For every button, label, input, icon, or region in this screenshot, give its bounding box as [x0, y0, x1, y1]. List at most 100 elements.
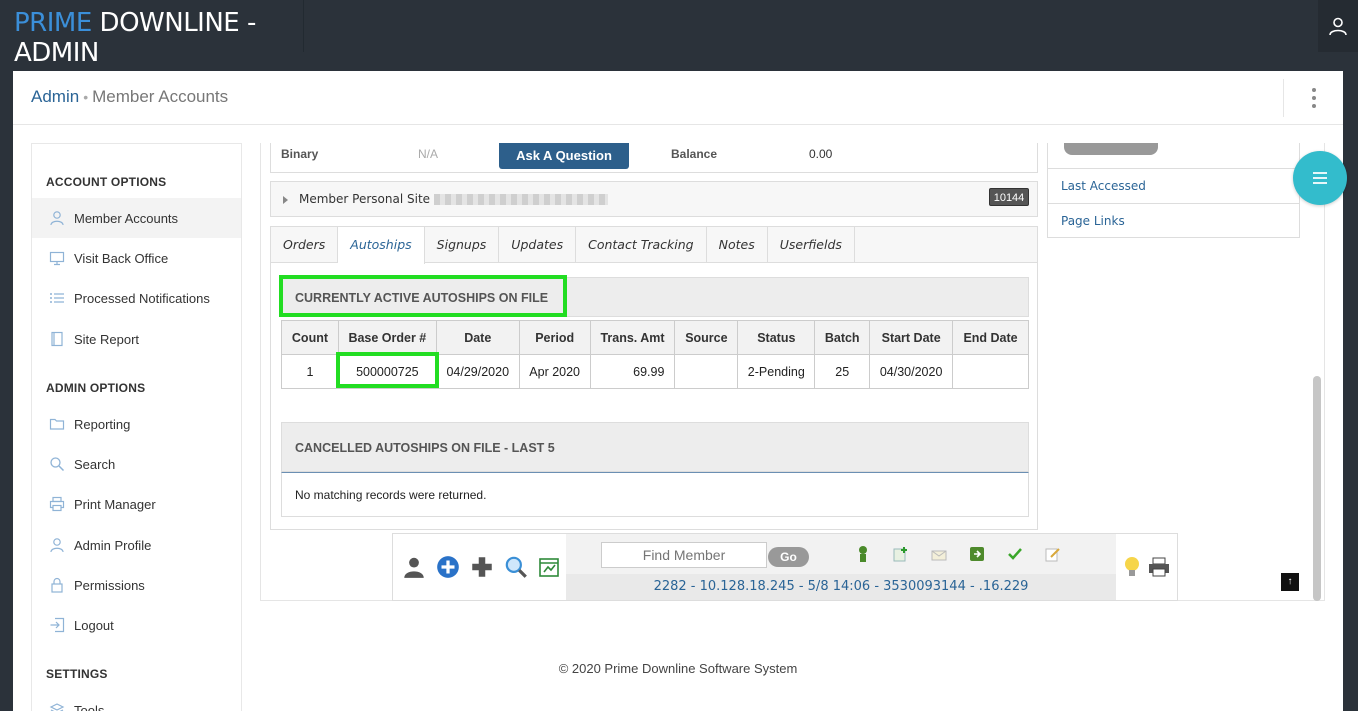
right-panel-last-accessed[interactable]: Last Accessed [1048, 168, 1299, 202]
redacted-url [434, 194, 608, 205]
cell-status: 2-Pending [737, 354, 816, 389]
calendar-chart-icon[interactable] [537, 555, 561, 579]
column-header: Count [281, 320, 339, 355]
column-header: Base Order # [337, 320, 437, 355]
tab-signups[interactable]: Signups [425, 227, 500, 263]
page-container: Admin • Member Accounts ACCOUNT OPTIONS Me… [13, 71, 1347, 711]
cancelled-autoships-heading: CANCELLED AUTOSHIPS ON FILE - LAST 5 [281, 422, 1029, 472]
brand-logo[interactable]: PRIME DOWNLINE - ADMIN [0, 0, 304, 68]
brand-prime: PRIME [14, 8, 92, 38]
printer-icon[interactable] [1147, 555, 1171, 579]
toolbar-mini-icons [844, 544, 1072, 564]
sidebar-item-logout[interactable]: Logout [32, 605, 241, 645]
tab-autoships[interactable]: Autoships [338, 227, 425, 264]
cell-count: 1 [281, 354, 339, 389]
sidebar-item-processed-notifications[interactable]: Processed Notifications [32, 278, 241, 318]
sidebar-item-label: Search [74, 456, 116, 472]
add-note-icon[interactable] [882, 544, 920, 564]
breadcrumb: Admin • Member Accounts [31, 87, 228, 107]
tab-orders[interactable]: Orders [271, 227, 339, 263]
export-icon[interactable] [958, 544, 996, 564]
report-icon [48, 330, 66, 348]
member-toolbar: Go 2282 - 10.128.18.245 - 5/8 14:06 - 35… [392, 533, 1178, 601]
sidebar-item-admin-profile[interactable]: Admin Profile [32, 525, 241, 565]
user-icon [1329, 17, 1347, 36]
toolbar-right-icons [1116, 534, 1177, 600]
sidebar-item-label: Visit Back Office [74, 250, 169, 266]
sidebar-item-print-manager[interactable]: Print Manager [32, 484, 241, 524]
sidebar-item-label: Admin Profile [74, 537, 152, 553]
sidebar-item-tools[interactable]: Tools [32, 690, 241, 711]
member-icon[interactable] [401, 554, 427, 580]
monitor-icon [48, 249, 66, 267]
right-panel-page-links[interactable]: Page Links [1048, 203, 1299, 237]
column-header: Batch [814, 320, 871, 355]
member-site-label: Member Personal Site - [299, 192, 439, 206]
column-header: Trans. Amt [589, 320, 676, 355]
level-icon[interactable] [844, 544, 882, 564]
user-menu-button[interactable] [1318, 0, 1358, 52]
sidebar: ACCOUNT OPTIONS Member Accounts Visit Ba… [31, 143, 242, 711]
breadcrumb-current: Member Accounts [92, 87, 229, 106]
sidebar-item-reporting[interactable]: Reporting [32, 404, 241, 444]
tools-icon [48, 701, 66, 711]
cell-end-date [952, 354, 1029, 389]
sidebar-item-label: Site Report [74, 331, 140, 347]
lightbulb-icon[interactable] [1123, 555, 1141, 579]
plus-icon[interactable] [469, 554, 495, 580]
find-member-input[interactable] [601, 542, 767, 568]
sidebar-item-visit-back-office[interactable]: Visit Back Office [32, 238, 241, 278]
go-button[interactable]: Go [768, 547, 809, 567]
cell-source [674, 354, 739, 389]
sidebar-item-label: Tools [74, 702, 105, 711]
tab-updates[interactable]: Updates [499, 227, 577, 263]
right-panel: Last Accessed Page Links [1047, 143, 1300, 238]
more-options-button[interactable] [1283, 79, 1343, 117]
lock-icon [48, 576, 66, 594]
member-personal-site-bar[interactable]: Member Personal Site - 10144 [270, 181, 1038, 217]
view-order-button[interactable] [1064, 143, 1158, 155]
member-tabs-panel: Orders Autoships Signups Updates Contact… [270, 226, 1038, 530]
sidebar-item-site-report[interactable]: Site Report [32, 319, 241, 359]
scrollbar-thumb[interactable] [1313, 376, 1321, 601]
balance-value: 0.00 [809, 147, 833, 161]
envelope-icon[interactable] [920, 544, 958, 564]
tab-notes[interactable]: Notes [707, 227, 768, 263]
ask-question-button[interactable]: Ask A Question [499, 143, 629, 169]
breadcrumb-separator: • [83, 89, 89, 105]
sidebar-item-member-accounts[interactable]: Member Accounts [32, 198, 241, 238]
tab-contact-tracking[interactable]: Contact Tracking [576, 227, 707, 263]
sidebar-item-permissions[interactable]: Permissions [32, 565, 241, 605]
column-header: Start Date [869, 320, 954, 355]
toolbar-left-icons [393, 534, 566, 600]
breadcrumb-bar: Admin • Member Accounts [13, 71, 1343, 125]
user-icon [48, 536, 66, 554]
column-header: Source [674, 320, 739, 355]
folder-icon [48, 415, 66, 433]
sidebar-heading-admin: ADMIN OPTIONS [46, 381, 146, 395]
sidebar-item-label: Permissions [74, 577, 145, 593]
checkmark-icon[interactable] [996, 544, 1034, 564]
magnifier-icon[interactable] [503, 554, 529, 580]
binary-value: N/A [418, 147, 439, 161]
breadcrumb-admin-link[interactable]: Admin [31, 87, 79, 106]
hamburger-icon [1313, 172, 1327, 184]
column-header: Date [435, 320, 520, 355]
search-icon [48, 455, 66, 473]
sidebar-item-label: Processed Notifications [74, 290, 210, 306]
floating-menu-button[interactable] [1293, 151, 1347, 205]
edit-icon[interactable] [1034, 544, 1072, 564]
member-id-badge: 10144 [989, 188, 1029, 206]
column-header: Period [518, 320, 591, 355]
empty-state-message: No matching records were returned. [281, 472, 1029, 517]
scroll-to-top-button[interactable]: ↑ [1281, 573, 1299, 591]
sidebar-item-search[interactable]: Search [32, 444, 241, 484]
session-info-line: 2282 - 10.128.18.245 - 5/8 14:06 - 35300… [566, 574, 1116, 600]
add-circle-icon[interactable] [435, 554, 461, 580]
sidebar-item-label: Print Manager [74, 496, 156, 512]
summary-row: Binary N/A Ask A Question Balance 0.00 [270, 143, 1038, 173]
cell-period: Apr 2020 [518, 354, 591, 389]
highlight-box-heading [279, 275, 567, 317]
highlight-box-order-number [336, 352, 439, 388]
tab-userfields[interactable]: Userfields [768, 227, 855, 263]
